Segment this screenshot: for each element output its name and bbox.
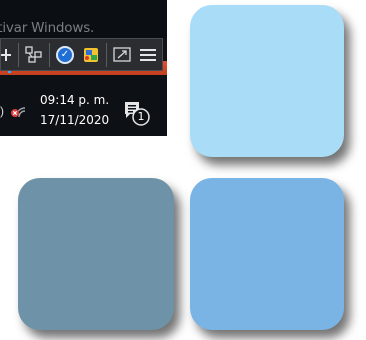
network-drives-icon[interactable] xyxy=(22,42,46,68)
notification-center-icon[interactable]: 1 xyxy=(123,99,151,129)
toolbar-separator xyxy=(49,42,50,67)
system-tray: ) 09:14 p. m. 17/11/2020 1 xyxy=(0,75,167,136)
blue-circle-app-icon[interactable]: ✓ xyxy=(53,41,77,68)
toolbar-separator xyxy=(106,42,107,67)
speaker-icon[interactable]: ) xyxy=(0,105,6,117)
activate-windows-watermark: ctivar Windows. xyxy=(0,20,95,36)
taskbar-screenshot: ctivar Windows. ✓) 09:14 p. m. 17/11/20… xyxy=(0,0,167,136)
notification-count-badge: 1 xyxy=(137,110,145,123)
clock-time: 09:14 p. m. xyxy=(40,93,110,107)
screen-expand-glyph xyxy=(113,46,131,62)
desktop-strip: ctivar Windows. xyxy=(0,0,167,38)
light-blue-tile xyxy=(190,5,344,157)
add-icon-glyph xyxy=(1,48,11,61)
network-disconnected-icon[interactable] xyxy=(10,103,28,119)
color-app-icon[interactable] xyxy=(79,42,103,68)
medium-blue-tile xyxy=(190,178,344,330)
slate-blue-tile xyxy=(18,178,174,330)
clock-date: 17/11/2020 xyxy=(40,113,110,127)
blue-circle-glyph: ✓ xyxy=(56,45,74,64)
toolbar-separator xyxy=(18,42,19,67)
add-icon[interactable] xyxy=(1,42,15,68)
screen-expand-icon[interactable] xyxy=(110,42,134,68)
tray-icons: ) xyxy=(0,103,28,119)
hamburger-menu-icon[interactable] xyxy=(136,42,160,68)
network-disconnected-glyph xyxy=(11,107,26,118)
taskbar-clock[interactable]: 09:14 p. m. 17/11/2020 xyxy=(40,90,109,130)
quick-toolbar: ✓ xyxy=(0,38,163,71)
color-app-glyph xyxy=(84,47,98,62)
hamburger-menu-glyph xyxy=(140,48,156,61)
network-drives-glyph xyxy=(25,45,42,63)
